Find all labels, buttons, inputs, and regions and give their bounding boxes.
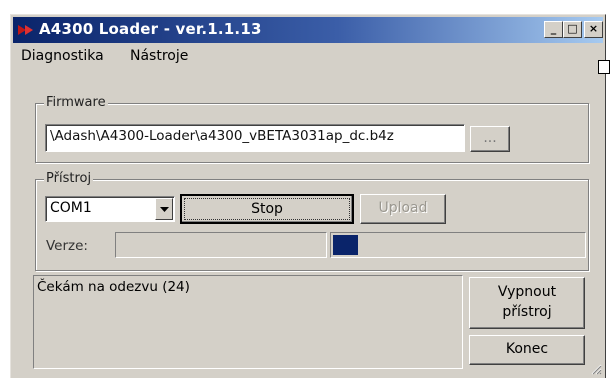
maximize-icon: □: [567, 22, 578, 35]
title-bar[interactable]: A4300 Loader - ver.1.1.13 _ □ ×: [13, 17, 603, 43]
firmware-path-value: \Adash\A4300-Loader\a4300_vBETA3031ap_dc…: [50, 128, 394, 144]
main-window: A4300 Loader - ver.1.1.13 _ □ × Diagnost…: [10, 14, 606, 378]
menu-bar: Diagnostika Nástroje: [13, 45, 603, 67]
maximize-button[interactable]: □: [563, 21, 582, 38]
minimize-button[interactable]: _: [544, 21, 563, 38]
menu-diagnostika[interactable]: Diagnostika: [21, 48, 104, 64]
menu-nastroje[interactable]: Nástroje: [130, 48, 188, 64]
port-select[interactable]: COM1: [45, 196, 175, 222]
status-panel: Čekám na odezvu (24): [33, 275, 463, 369]
firmware-label: Firmware: [44, 95, 108, 110]
upload-button[interactable]: Upload: [360, 194, 446, 224]
progress-fill: [333, 235, 358, 255]
status-message: Čekám na odezvu (24): [37, 279, 190, 295]
chevron-down-icon: [160, 207, 169, 212]
port-dropdown-button[interactable]: [155, 198, 173, 220]
progress-bar: [330, 232, 586, 258]
close-icon: ×: [588, 22, 599, 35]
firmware-path-field[interactable]: \Adash\A4300-Loader\a4300_vBETA3031ap_dc…: [45, 124, 465, 152]
device-label: Přístroj: [44, 171, 94, 186]
exit-button[interactable]: Konec: [469, 335, 585, 365]
port-value: COM1: [50, 200, 92, 216]
version-field: [115, 232, 327, 258]
firmware-group: Firmware \Adash\A4300-Loader\a4300_vBETA…: [35, 95, 589, 163]
background-window-edge: [598, 60, 610, 74]
window-title: A4300 Loader - ver.1.1.13: [39, 20, 262, 38]
close-button[interactable]: ×: [584, 21, 603, 38]
browse-button[interactable]: ...: [470, 126, 510, 152]
version-label: Verze:: [46, 238, 88, 254]
app-icon: [18, 25, 33, 35]
resize-grip-icon[interactable]: [590, 363, 602, 375]
stop-button[interactable]: Stop: [180, 194, 354, 224]
minimize-icon: _: [550, 22, 557, 35]
device-group: Přístroj COM1 Stop Upload Verze:: [35, 171, 589, 271]
power-off-label: Vypnout přístroj: [497, 284, 557, 320]
power-off-button[interactable]: Vypnout přístroj: [469, 277, 585, 329]
